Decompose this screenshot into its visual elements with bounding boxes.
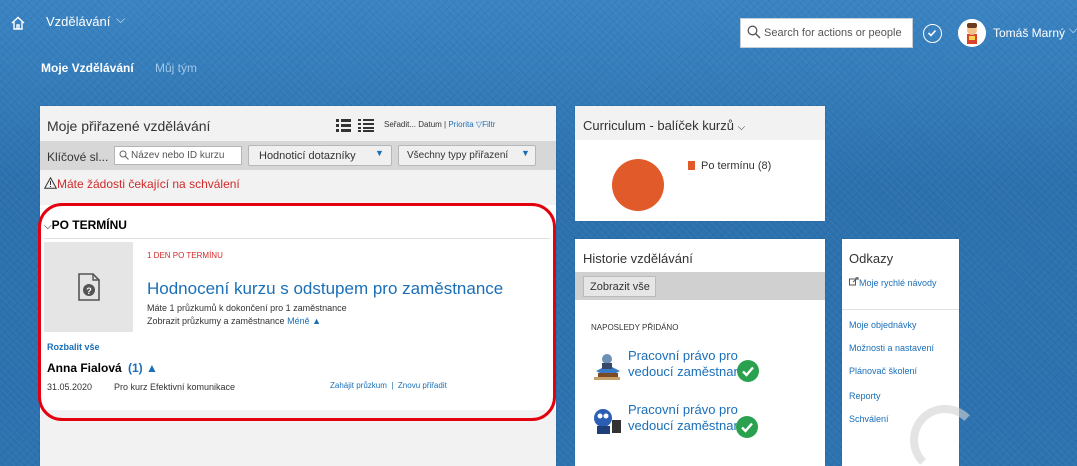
course-name-input[interactable]: Název nebo ID kurzu <box>114 146 242 165</box>
external-link-icon <box>849 277 859 286</box>
legend-label[interactable]: Po termínu (8) <box>701 160 771 172</box>
show-all-button[interactable]: Zobrazit vše <box>583 276 656 297</box>
options-settings-link[interactable]: Možnosti a nastavení <box>849 343 934 353</box>
sort-by-date[interactable]: Seřadit... Datum | <box>384 120 446 129</box>
notifications-check-icon[interactable] <box>923 24 942 43</box>
tab-my-team[interactable]: Můj tým <box>155 61 197 75</box>
search-input[interactable]: Search for actions or people <box>740 18 913 48</box>
quick-guides-link[interactable]: Moje rychlé návody <box>849 277 949 289</box>
training-planner-link[interactable]: Plánovač školení <box>849 366 917 376</box>
approvals-link[interactable]: Schválení <box>849 414 889 424</box>
search-placeholder: Search for actions or people <box>764 27 902 39</box>
search-icon <box>119 150 129 160</box>
avatar[interactable] <box>958 19 986 47</box>
divider <box>842 309 959 310</box>
app-title[interactable]: Vzdělávání <box>46 14 110 29</box>
course-name-placeholder: Název nebo ID kurzu <box>131 150 225 161</box>
filter-link[interactable]: Filtr <box>482 120 495 129</box>
sort-priority-link[interactable]: Priorita <box>448 120 473 129</box>
keyword-label: Klíčové sl... <box>47 150 109 164</box>
warning-text[interactable]: Máte žádosti čekající na schválení <box>57 177 240 191</box>
home-icon[interactable] <box>10 15 26 31</box>
chevron-down-icon[interactable]: ⌵ <box>738 122 746 133</box>
my-orders-link[interactable]: Moje objednávky <box>849 320 917 330</box>
user-name[interactable]: Tomáš Marný <box>993 26 1065 40</box>
user-chevron-down-icon[interactable]: ⌵ <box>1069 24 1077 37</box>
dropdown-arrow-icon: ▼ <box>521 148 530 158</box>
completed-check-icon <box>737 360 759 382</box>
shell-bar <box>0 0 1077 58</box>
course-image-icon[interactable] <box>590 349 624 385</box>
grid-view-icon <box>336 119 351 132</box>
dropdown-arrow-icon: ▼ <box>375 148 384 158</box>
warning-icon <box>43 176 58 189</box>
evaluation-dropdown[interactable]: Hodnoticí dotazníky ▼ <box>248 145 392 166</box>
show-all-label: Zobrazit vše <box>590 281 650 293</box>
recently-added-label: NAPOSLEDY PŘIDÁNO <box>591 323 679 332</box>
sort-controls[interactable]: Seřadit... Datum | Priorita ▽Filtr <box>384 120 495 129</box>
tab-my-learning[interactable]: Moje Vzdělávání <box>41 61 134 75</box>
view-toggle[interactable] <box>336 118 376 137</box>
approval-warning[interactable]: Máte žádosti čekající na schválení <box>43 176 240 191</box>
panel-title: Moje přiřazené vzdělávání <box>47 118 211 134</box>
search-icon <box>747 25 761 39</box>
quick-guides-label[interactable]: Moje rychlé návody <box>859 278 937 288</box>
highlight-annotation <box>38 203 556 421</box>
chevron-down-icon[interactable]: ⌵ <box>116 12 125 27</box>
course-image-icon[interactable] <box>590 402 624 438</box>
links-title: Odkazy <box>849 251 894 266</box>
decorative-arc <box>910 405 980 466</box>
pie-slice-overdue[interactable] <box>612 159 664 211</box>
reports-link[interactable]: Reporty <box>849 391 881 401</box>
evaluation-dropdown-label: Hodnoticí dotazníky <box>259 150 356 162</box>
curriculum-title-text[interactable]: Curriculum - balíček kurzů <box>583 118 734 133</box>
list-view-icon <box>358 119 374 132</box>
legend-swatch <box>688 161 695 170</box>
assignment-types-dropdown[interactable]: Všechny typy přiřazení ▼ <box>398 145 536 166</box>
assignment-types-label: Všechny typy přiřazení <box>407 150 509 161</box>
completed-check-icon <box>736 416 758 438</box>
history-title: Historie vzdělávání <box>583 251 693 266</box>
curriculum-title[interactable]: Curriculum - balíček kurzů ⌵ <box>583 118 745 133</box>
